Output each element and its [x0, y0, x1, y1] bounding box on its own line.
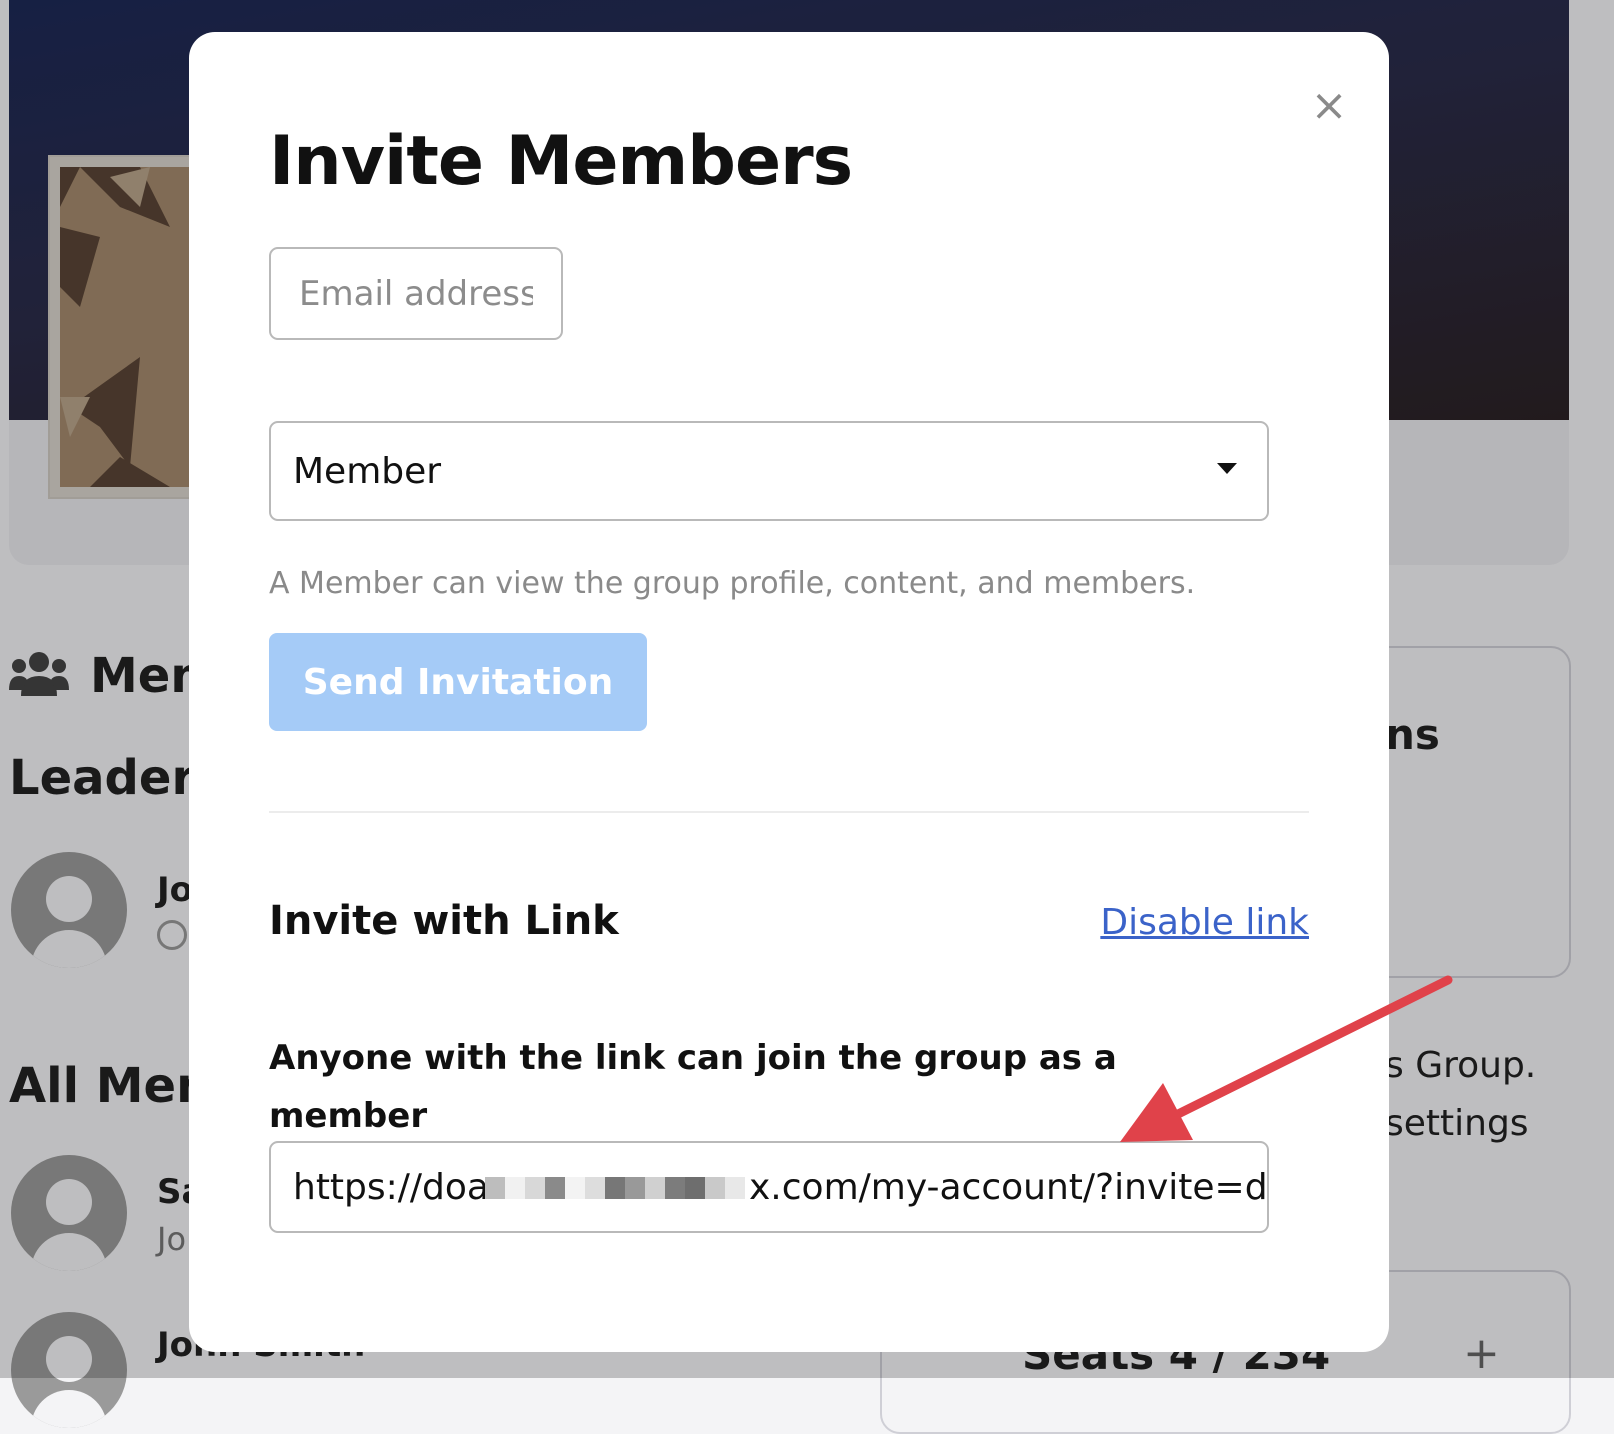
- chevron-down-icon: [1217, 463, 1237, 474]
- invite-link-description: Anyone with the link can join the group …: [269, 1038, 1117, 1136]
- send-invitation-button[interactable]: Send Invitation: [269, 633, 647, 731]
- invite-members-modal: × Invite Members Member A Member can vie…: [189, 32, 1389, 1352]
- role-help-text: A Member can view the group profile, con…: [269, 566, 1196, 601]
- email-field[interactable]: [269, 247, 563, 340]
- disable-link[interactable]: Disable link: [1100, 902, 1309, 943]
- close-icon[interactable]: ×: [1307, 84, 1351, 128]
- modal-title: Invite Members: [269, 122, 853, 201]
- redacted-url-segment: [485, 1177, 745, 1199]
- invite-link-field[interactable]: https://doa. x.com/my-account/?invite=d9: [269, 1141, 1269, 1233]
- invite-link-heading: Invite with Link: [269, 898, 619, 944]
- role-select-value: Member: [293, 451, 442, 492]
- divider: [269, 811, 1309, 813]
- invite-link-url-end: x.com/my-account/?invite=d9: [749, 1167, 1269, 1208]
- role-select[interactable]: Member: [269, 421, 1269, 521]
- invite-link-url-start: https://doa.: [293, 1167, 501, 1208]
